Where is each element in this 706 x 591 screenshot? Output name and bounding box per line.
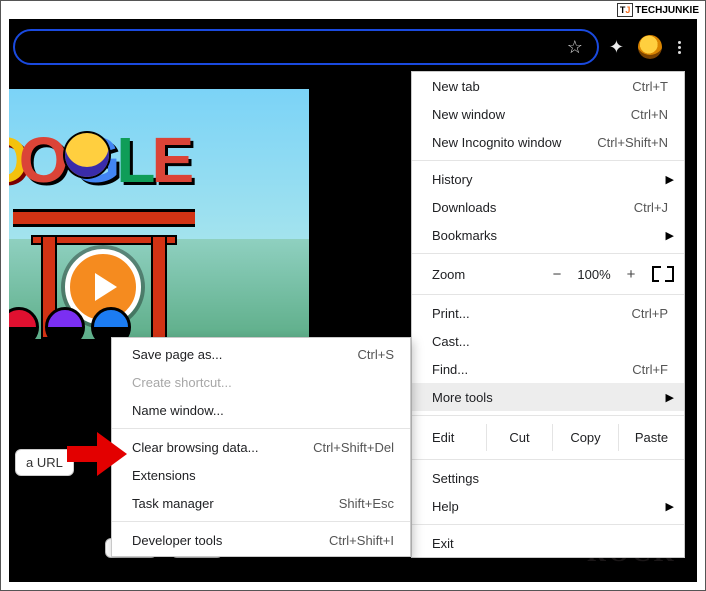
url-hint-chip: a URL: [15, 449, 74, 476]
edit-label: Edit: [432, 430, 486, 445]
chevron-right-icon: ▶: [666, 173, 674, 186]
submenu-clear-browsing-data[interactable]: Clear browsing data... Ctrl+Shift+Del: [112, 433, 410, 461]
zoom-out-button[interactable]: −: [542, 266, 572, 283]
menu-edit-row: Edit Cut Copy Paste: [412, 420, 684, 455]
menu-zoom-row: Zoom − 100% +: [412, 258, 684, 290]
tj-badge: TJ: [617, 3, 633, 17]
techjunkie-watermark: TJ TECHJUNKIE: [617, 3, 699, 17]
chevron-right-icon: ▶: [666, 391, 674, 404]
menu-new-tab[interactable]: New tab Ctrl+T: [412, 72, 684, 100]
zoom-label: Zoom: [432, 267, 542, 282]
menu-exit[interactable]: Exit: [412, 529, 684, 557]
menu-more-tools[interactable]: More tools ▶: [412, 383, 684, 411]
menu-settings[interactable]: Settings: [412, 464, 684, 492]
fullscreen-icon[interactable]: [652, 266, 674, 282]
bookmark-star-icon[interactable]: ☆: [567, 37, 583, 58]
chrome-main-menu: New tab Ctrl+T New window Ctrl+N New Inc…: [411, 71, 685, 558]
menu-cast[interactable]: Cast...: [412, 327, 684, 355]
paste-button[interactable]: Paste: [618, 424, 684, 451]
copy-button[interactable]: Copy: [552, 424, 618, 451]
menu-new-incognito[interactable]: New Incognito window Ctrl+Shift+N: [412, 128, 684, 156]
ninja-cat-icon: [65, 133, 109, 177]
menu-bookmarks[interactable]: Bookmarks ▶: [412, 221, 684, 249]
submenu-save-page[interactable]: Save page as... Ctrl+S: [112, 340, 410, 368]
chevron-right-icon: ▶: [666, 229, 674, 242]
submenu-create-shortcut[interactable]: Create shortcut...: [112, 368, 410, 396]
tj-text: TECHJUNKIE: [635, 5, 699, 16]
annotation-arrow-icon: [67, 432, 127, 476]
more-tools-submenu: Save page as... Ctrl+S Create shortcut..…: [111, 337, 411, 557]
toolbar: ☆ ✦: [13, 23, 693, 71]
browser-window: ☆ ✦ O O G L E: [9, 19, 697, 582]
zoom-percent: 100%: [572, 267, 616, 282]
zoom-in-button[interactable]: +: [616, 266, 646, 283]
pokeball-row: [9, 307, 131, 339]
cut-button[interactable]: Cut: [486, 424, 552, 451]
chevron-right-icon: ▶: [666, 500, 674, 513]
submenu-name-window[interactable]: Name window...: [112, 396, 410, 424]
menu-icon[interactable]: [676, 37, 683, 58]
submenu-extensions[interactable]: Extensions: [112, 461, 410, 489]
doodle-game-scene: O O G L E: [9, 89, 309, 339]
menu-downloads[interactable]: Downloads Ctrl+J: [412, 193, 684, 221]
menu-find[interactable]: Find... Ctrl+F: [412, 355, 684, 383]
submenu-developer-tools[interactable]: Developer tools Ctrl+Shift+I: [112, 526, 410, 554]
submenu-task-manager[interactable]: Task manager Shift+Esc: [112, 489, 410, 517]
menu-print[interactable]: Print... Ctrl+P: [412, 299, 684, 327]
address-bar[interactable]: ☆: [13, 29, 599, 65]
profile-avatar-icon[interactable]: [638, 35, 662, 59]
extensions-icon[interactable]: ✦: [609, 37, 624, 58]
menu-new-window[interactable]: New window Ctrl+N: [412, 100, 684, 128]
menu-help[interactable]: Help ▶: [412, 492, 684, 520]
menu-history[interactable]: History ▶: [412, 165, 684, 193]
